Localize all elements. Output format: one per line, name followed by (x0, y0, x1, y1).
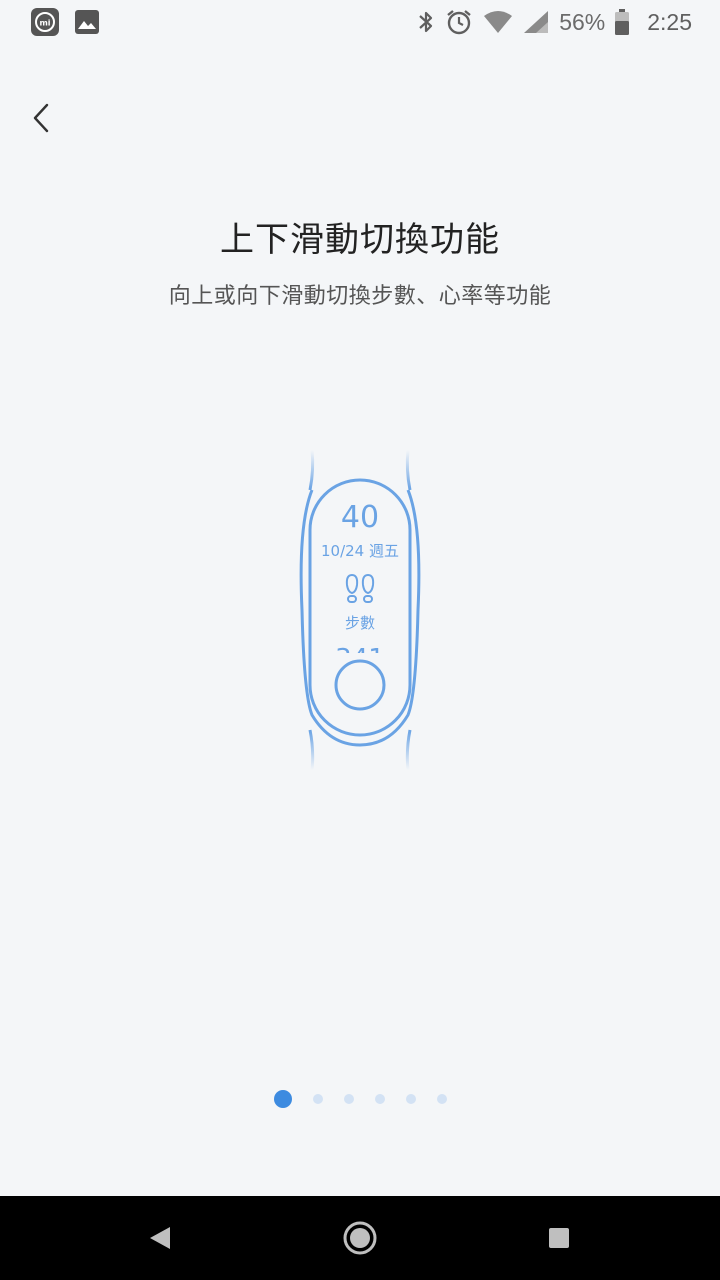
back-button[interactable] (22, 96, 62, 140)
page-dot-2[interactable] (312, 1094, 323, 1104)
chevron-left-icon (33, 103, 49, 133)
nav-bar (0, 1196, 720, 1280)
band-steps-label: 步數 (344, 614, 375, 632)
svg-text:mi: mi (39, 19, 50, 28)
nav-recents-button[interactable] (519, 1196, 599, 1280)
status-left-icons: mi (30, 7, 100, 37)
wifi-icon (484, 11, 513, 33)
svg-text:40: 40 (341, 500, 379, 535)
alarm-icon (447, 10, 471, 35)
back-triangle-icon (150, 1227, 170, 1249)
battery-percent: 56% (559, 8, 606, 35)
footprints-icon (345, 573, 375, 603)
image-icon (75, 10, 99, 34)
bluetooth-icon (419, 11, 433, 33)
mi-app-icon: mi (31, 8, 59, 36)
signal-icon (524, 11, 549, 33)
page-title: 上下滑動切換功能 (220, 220, 500, 260)
clock-time: 2:25 (647, 8, 692, 35)
nav-back-button[interactable] (120, 1196, 200, 1280)
band-illustration: 40 341 10/24 週五 步數 (290, 445, 430, 775)
recents-square-icon (549, 1228, 569, 1248)
page-subtitle: 向上或向下滑動切換步數、心率等功能 (168, 284, 552, 309)
battery-icon (615, 9, 630, 35)
page-dot-1[interactable] (273, 1090, 292, 1108)
page-dot-5[interactable] (405, 1094, 416, 1104)
nav-home-button[interactable] (320, 1196, 400, 1280)
status-right-icons: 56% 2:25 (417, 0, 692, 44)
page-dot-3[interactable] (343, 1094, 354, 1104)
page-dot-6[interactable] (436, 1094, 447, 1104)
page-dot-4[interactable] (374, 1094, 385, 1104)
page-indicator (0, 1090, 720, 1108)
band-outline: 40 341 (299, 449, 421, 771)
band-date: 10/24 週五 (321, 542, 399, 560)
home-circle-icon (343, 1221, 377, 1255)
status-bar: mi 56% 2:25 (0, 0, 720, 44)
